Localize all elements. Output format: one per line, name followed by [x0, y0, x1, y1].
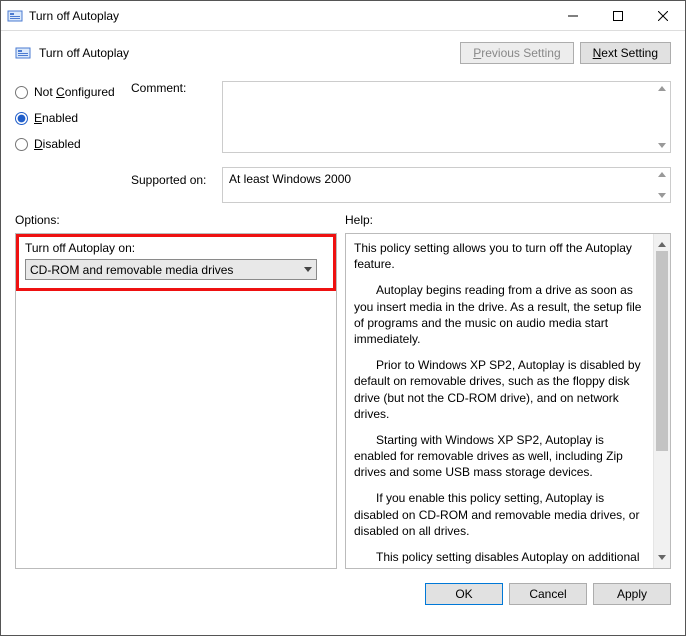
header: Turn off Autoplay Previous Setting Next … [1, 31, 685, 75]
chevron-down-icon [304, 267, 312, 272]
next-setting-button[interactable]: Next Setting [580, 42, 671, 64]
help-label: Help: [345, 213, 373, 227]
scrollbar[interactable] [653, 234, 670, 568]
scrollbar [654, 168, 670, 202]
maximize-button[interactable] [595, 1, 640, 30]
dropdown-value: CD-ROM and removable media drives [30, 263, 233, 277]
comment-label: Comment: [131, 81, 216, 153]
help-panel: This policy setting allows you to turn o… [345, 233, 671, 569]
supported-on-value: At least Windows 2000 [223, 168, 654, 202]
previous-setting-button: Previous Setting [460, 42, 573, 64]
cancel-button[interactable]: Cancel [509, 583, 587, 605]
supported-on-box: At least Windows 2000 [222, 167, 671, 203]
options-label: Options: [15, 213, 345, 227]
scrollbar-thumb[interactable] [656, 251, 668, 451]
minimize-button[interactable] [550, 1, 595, 30]
titlebar: Turn off Autoplay [1, 1, 685, 31]
window-title: Turn off Autoplay [29, 9, 119, 23]
ok-button[interactable]: OK [425, 583, 503, 605]
autoplay-on-label: Turn off Autoplay on: [25, 241, 327, 255]
options-highlight: Turn off Autoplay on: CD-ROM and removab… [16, 234, 336, 291]
close-button[interactable] [640, 1, 685, 30]
header-title: Turn off Autoplay [39, 46, 129, 60]
scrollbar[interactable] [654, 82, 670, 152]
supported-on-label: Supported on: [131, 167, 216, 187]
radio-label: Enabled [34, 111, 78, 125]
dialog-footer: OK Cancel Apply [1, 569, 685, 605]
policy-icon [15, 45, 31, 61]
radio-disabled[interactable]: Disabled [15, 137, 125, 151]
apply-button[interactable]: Apply [593, 583, 671, 605]
radio-not-configured[interactable]: Not Configured [15, 85, 125, 99]
radio-label: Not Configured [34, 85, 115, 99]
radio-enabled[interactable]: Enabled [15, 111, 125, 125]
options-panel: Turn off Autoplay on: CD-ROM and removab… [15, 233, 337, 569]
comment-textarea[interactable] [222, 81, 671, 153]
autoplay-on-dropdown[interactable]: CD-ROM and removable media drives [25, 259, 317, 280]
radio-label: Disabled [34, 137, 81, 151]
policy-icon [7, 8, 23, 24]
help-text: This policy setting allows you to turn o… [346, 234, 653, 568]
